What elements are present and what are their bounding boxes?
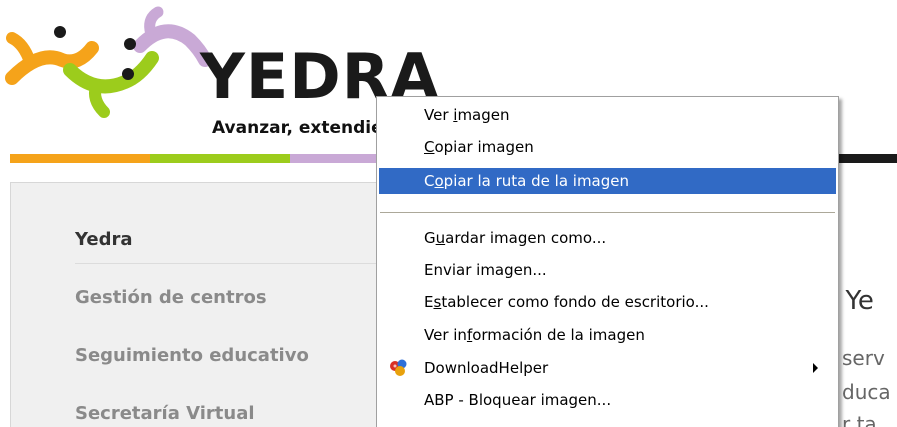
- side-menu-item-yedra[interactable]: Yedra: [75, 229, 415, 250]
- ctx-accesskey: C: [424, 138, 435, 156]
- ctx-label: tablecer como fondo de escritorio...: [441, 293, 709, 311]
- side-menu: Yedra Gestión de centros Seguimiento edu…: [10, 182, 430, 427]
- downloadhelper-icon: [390, 359, 407, 376]
- ctx-label: DownloadHelper: [424, 359, 549, 377]
- ctx-view-image-info[interactable]: Ver información de la imagen: [379, 322, 836, 348]
- header-rule-green: [150, 154, 290, 163]
- side-menu-item-seguimiento-educativo[interactable]: Seguimiento educativo: [75, 345, 415, 366]
- ctx-label: Ver in: [424, 326, 467, 344]
- ctx-view-image[interactable]: Ver imagen: [379, 102, 836, 128]
- ctx-label: ardar imagen como...: [445, 229, 607, 247]
- side-menu-divider: [75, 263, 405, 264]
- ctx-accesskey: u: [435, 229, 446, 247]
- yedra-logo[interactable]: YEDRA Avanzar, extendiendo: [0, 0, 440, 150]
- ctx-label: C: [424, 172, 435, 190]
- page-text-line: r ta: [842, 412, 877, 427]
- header-rule-orange: [10, 154, 150, 163]
- ctx-abp-block-image[interactable]: ABP - Bloquear imagen...: [379, 387, 836, 413]
- ctx-label: piar la ruta de la imagen: [443, 172, 630, 190]
- ctx-label: Ver: [424, 106, 454, 124]
- ctx-label: ormación de la imagen: [472, 326, 645, 344]
- ctx-copy-image-location[interactable]: Copiar la ruta de la imagen: [379, 168, 836, 194]
- ctx-accesskey: o: [434, 172, 444, 190]
- image-context-menu: Ver imagen Copiar imagen Copiar la ruta …: [376, 96, 839, 427]
- submenu-arrow-icon: [813, 363, 818, 373]
- ctx-label: magen: [457, 106, 510, 124]
- ctx-label: opiar imagen: [434, 138, 534, 156]
- ctx-separator: [380, 212, 835, 213]
- side-menu-item-gestion-centros[interactable]: Gestión de centros: [75, 287, 415, 308]
- ctx-copy-image[interactable]: Copiar imagen: [379, 134, 836, 160]
- page-text-line: duca: [842, 380, 891, 404]
- side-menu-item-secretaria-virtual[interactable]: Secretaría Virtual: [75, 403, 415, 424]
- ctx-downloadhelper[interactable]: DownloadHelper: [379, 355, 836, 381]
- ctx-send-image[interactable]: Enviar imagen...: [379, 257, 836, 283]
- ctx-set-desktop-background[interactable]: Establecer como fondo de escritorio...: [379, 289, 836, 315]
- ctx-label: Enviar imagen...: [424, 261, 547, 279]
- logo-tagline: Avanzar, extendiendo: [212, 118, 382, 138]
- page-text-line: serv: [842, 346, 885, 370]
- ctx-label: G: [424, 229, 436, 247]
- ctx-label: ABP - Bloquear imagen...: [424, 391, 612, 409]
- ctx-save-image-as[interactable]: Guardar imagen como...: [379, 225, 836, 251]
